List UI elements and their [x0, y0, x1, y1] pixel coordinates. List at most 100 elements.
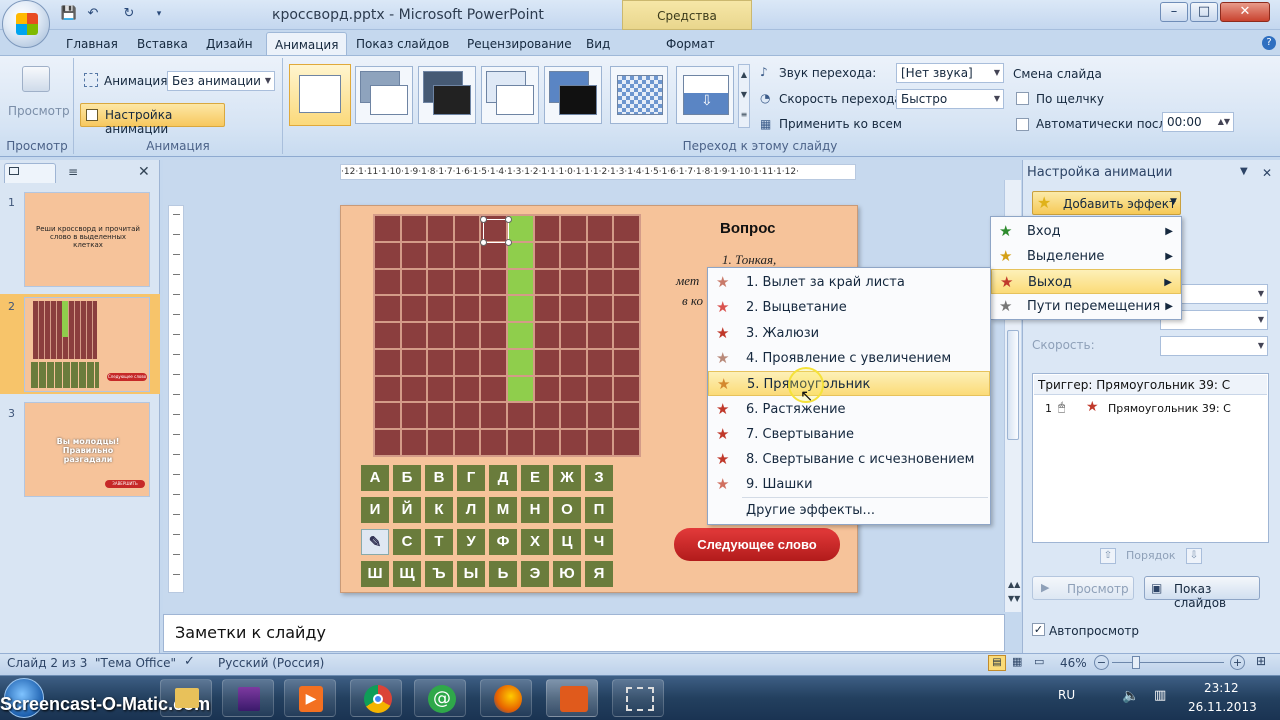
winrar-icon[interactable]	[222, 679, 274, 717]
undo-icon[interactable]: ↶	[84, 6, 102, 22]
menu-item-exit-effect[interactable]: ★ 6. Растяжение	[708, 397, 990, 422]
selected-shape[interactable]	[480, 216, 512, 246]
menu-item-exit-effect[interactable]: ★ 5. Прямоугольник	[708, 371, 990, 397]
tab-view[interactable]: Вид	[578, 32, 618, 56]
menu-item-exit-effect[interactable]: ★ 7. Свертывание	[708, 422, 990, 447]
tab-animation[interactable]: Анимация	[266, 32, 348, 56]
on-click-checkbox[interactable]	[1016, 92, 1029, 105]
resize-handle[interactable]	[480, 216, 487, 223]
resize-handle[interactable]	[480, 239, 487, 246]
letter-tile[interactable]: Д	[489, 465, 517, 491]
modify-speed-dropdown[interactable]: ▼	[1160, 336, 1268, 356]
letter-tile[interactable]: Ю	[553, 561, 581, 587]
resize-handle[interactable]	[505, 239, 512, 246]
screencast-icon[interactable]	[612, 679, 664, 717]
transition-cut-thumb[interactable]	[481, 66, 539, 124]
custom-animation-button[interactable]: Настройка анимации	[80, 103, 225, 136]
transition-fade-smooth-thumb[interactable]	[355, 66, 413, 124]
powerpoint-icon[interactable]	[546, 679, 598, 717]
auto-time-spinner[interactable]: 00:00 ▲▼	[1162, 112, 1234, 132]
zoom-slider-thumb[interactable]	[1132, 656, 1140, 669]
speed-dropdown[interactable]: Быстро ▼	[896, 89, 1004, 109]
letter-tile[interactable]: У	[457, 529, 485, 555]
taskpane-menu-icon[interactable]: ▼	[1240, 166, 1248, 177]
qat-customize-icon[interactable]: ▾	[150, 6, 168, 22]
close-panel-icon[interactable]: ✕	[138, 164, 150, 180]
prev-slide-icon[interactable]: ▲▲	[1008, 580, 1020, 589]
animation-dropdown[interactable]: Без анимации ▼	[167, 71, 275, 91]
menu-item-exit-effect[interactable]: ★ 2. Выцветание	[708, 295, 990, 320]
zoom-in-icon[interactable]: +	[1230, 655, 1245, 670]
maximize-button[interactable]: □	[1190, 2, 1218, 22]
tab-outline[interactable]: ≡	[60, 163, 110, 183]
menu-item-exit-effect[interactable]: ★ 4. Проявление с увеличением	[708, 346, 990, 371]
firefox-icon[interactable]	[480, 679, 532, 717]
letter-tile[interactable]: К	[425, 497, 453, 523]
tab-insert[interactable]: Вставка	[129, 32, 196, 56]
menu-item-exit-effect[interactable]: ★ 1. Вылет за край листа	[708, 270, 990, 295]
letter-tile[interactable]: Ъ	[425, 561, 453, 587]
anim-item-label[interactable]: Прямоугольник 39: С	[1108, 402, 1231, 415]
letter-tile[interactable]: Ч	[585, 529, 613, 555]
letter-tile[interactable]: Я	[585, 561, 613, 587]
slide-thumb-1[interactable]: Реши кроссворд и прочитай слово в выделе…	[24, 192, 150, 287]
chrome-icon[interactable]	[350, 679, 402, 717]
animation-list[interactable]	[1032, 373, 1269, 543]
mail-agent-icon[interactable]: @	[414, 679, 466, 717]
trigger-row[interactable]: Триггер: Прямоугольник 39: С	[1034, 375, 1267, 395]
letter-tile[interactable]: Ф	[489, 529, 517, 555]
tab-home[interactable]: Главная	[58, 32, 126, 56]
media-player-icon[interactable]: ▶	[284, 679, 336, 717]
next-word-button[interactable]: Следующее слово	[674, 528, 840, 561]
preview-anim-button[interactable]: ▶ Просмотр	[1032, 576, 1134, 600]
spellcheck-icon[interactable]: ✓	[184, 654, 195, 669]
resize-handle[interactable]	[505, 216, 512, 223]
normal-view-icon[interactable]: ▤	[988, 655, 1006, 671]
add-effect-button[interactable]: ★ Добавить эффект ▼	[1032, 191, 1181, 215]
close-button[interactable]: ✕	[1220, 2, 1270, 22]
help-icon[interactable]: ?	[1262, 36, 1276, 50]
transition-wipe-thumb[interactable]: ⇩	[676, 66, 734, 124]
letter-tile[interactable]: И	[361, 497, 389, 523]
scrollbar-thumb[interactable]	[1007, 330, 1019, 440]
language-status[interactable]: Русский (Россия)	[218, 656, 324, 670]
letter-tile[interactable]: Ь	[489, 561, 517, 587]
menu-item-effect-category[interactable]: ★ Выход ▶	[991, 269, 1181, 294]
minimize-button[interactable]: –	[1160, 2, 1188, 22]
letter-tile[interactable]: Л	[457, 497, 485, 523]
letter-tile[interactable]: М	[489, 497, 517, 523]
tab-review[interactable]: Рецензирование	[459, 32, 580, 56]
tab-slides[interactable]	[4, 163, 56, 183]
letter-tile[interactable]: Х	[521, 529, 549, 555]
transition-cut-black-thumb[interactable]	[544, 66, 602, 124]
tab-design[interactable]: Дизайн	[198, 32, 261, 56]
letter-tile[interactable]: Ц	[553, 529, 581, 555]
redo-icon[interactable]: ↻	[120, 6, 138, 22]
slideshow-button[interactable]: ▣ Показ слайдов	[1144, 576, 1260, 610]
preview-button[interactable]: Просмотр	[8, 104, 70, 118]
letter-tile[interactable]: Г	[457, 465, 485, 491]
zoom-level[interactable]: 46%	[1060, 656, 1087, 670]
menu-item-exit-effect[interactable]: ★ 8. Свертывание с исчезновением	[708, 447, 990, 472]
letter-tile[interactable]: Е	[521, 465, 549, 491]
taskpane-close-icon[interactable]: ✕	[1262, 166, 1272, 180]
letter-tile[interactable]: Й	[393, 497, 421, 523]
fit-window-icon[interactable]: ⊞	[1256, 654, 1266, 668]
letter-tile[interactable]: В	[425, 465, 453, 491]
zoom-slider-track[interactable]	[1112, 662, 1224, 663]
menu-item-exit-effect[interactable]: Другие эффекты...	[708, 496, 990, 523]
letter-tile[interactable]: П	[585, 497, 613, 523]
slide-thumb-3[interactable]: Вы молодцы! Правильно разгадали ЗАВЕРШИТ…	[24, 402, 150, 497]
auto-after-checkbox[interactable]	[1016, 118, 1029, 131]
volume-icon[interactable]: 🔈	[1122, 688, 1139, 704]
menu-item-effect-category[interactable]: ★ Выделение ▶	[991, 244, 1181, 269]
next-slide-icon[interactable]: ▼▼	[1008, 594, 1020, 603]
letter-tile[interactable]: О	[553, 497, 581, 523]
slide-thumb-2[interactable]: Следующее слово	[24, 297, 150, 392]
explorer-icon[interactable]	[160, 679, 212, 717]
sorter-view-icon[interactable]: ▦	[1012, 655, 1022, 668]
slideshow-view-icon[interactable]: ▭	[1034, 655, 1044, 668]
letter-tile[interactable]: С	[393, 529, 421, 555]
move-up-icon[interactable]: ⇧	[1100, 548, 1116, 564]
menu-item-exit-effect[interactable]: ★ 9. Шашки	[708, 472, 990, 497]
